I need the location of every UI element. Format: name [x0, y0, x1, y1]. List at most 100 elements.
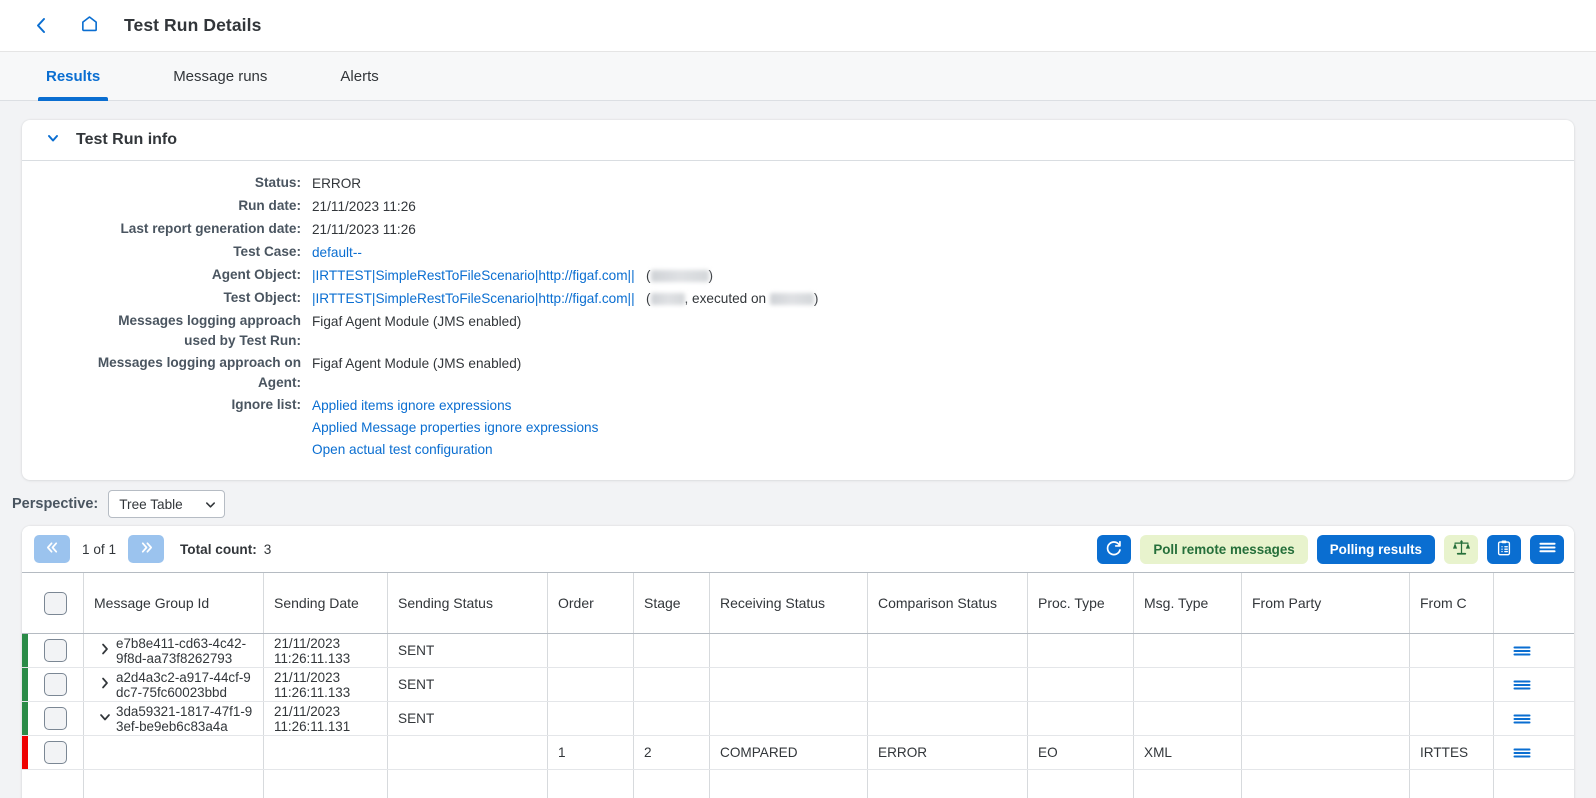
- test-object-suffix: (, executed on ): [638, 291, 818, 306]
- chevron-down-icon: [46, 131, 60, 150]
- column-header-sending-date[interactable]: Sending Date: [264, 573, 388, 633]
- cell-receiving-status: [710, 702, 868, 735]
- info-label-ignore-list: Ignore list:: [231, 397, 301, 412]
- row-checkbox[interactable]: [44, 707, 67, 730]
- panel-title: Test Run info: [76, 131, 178, 148]
- cell-sending-date: 21/11/2023 11:26:11.133: [264, 668, 388, 701]
- cell-from-component: [1410, 702, 1494, 735]
- cell-msg-type: [1134, 770, 1242, 798]
- tab-results[interactable]: Results: [38, 52, 109, 101]
- cell-from-component: [1410, 668, 1494, 701]
- cell-stage: [634, 770, 710, 798]
- app-header: Test Run Details: [0, 0, 1596, 52]
- polling-results-button[interactable]: Polling results: [1316, 534, 1435, 564]
- open-actual-test-configuration-link[interactable]: Open actual test configuration: [312, 440, 598, 460]
- row-expander-toggle[interactable]: [94, 710, 116, 727]
- previous-page-button[interactable]: [34, 535, 70, 563]
- info-value-logging-approach-testrun: Figaf Agent Module (JMS enabled): [312, 314, 522, 329]
- panel-collapse-toggle[interactable]: [40, 131, 66, 150]
- refresh-button[interactable]: [1097, 534, 1132, 564]
- cell-comparison-status: [868, 702, 1028, 735]
- select-all-checkbox[interactable]: [44, 591, 67, 615]
- table-row[interactable]: e7b8e411-cd63-4c42-9f8d-aa73f8262793 21/…: [22, 634, 1574, 668]
- test-case-link[interactable]: default--: [312, 245, 362, 260]
- info-label-logging-approach-agent: Messages logging approach on Agent:: [97, 355, 301, 390]
- cell-message-group-id: e7b8e411-cd63-4c42-9f8d-aa73f8262793: [84, 634, 264, 667]
- table-row[interactable]: a2d4a3c2-a917-44cf-9dc7-75fc60023bbd 21/…: [22, 668, 1574, 702]
- poll-remote-messages-button[interactable]: Poll remote messages: [1140, 534, 1308, 564]
- cell-message-group-id: a2d4a3c2-a917-44cf-9dc7-75fc60023bbd: [84, 668, 264, 701]
- cell-sending-date: [264, 770, 388, 798]
- cell-sending-status: SENT: [388, 702, 548, 735]
- back-button[interactable]: [26, 11, 56, 41]
- row-checkbox[interactable]: [44, 673, 67, 696]
- chevron-down-icon: [204, 498, 217, 511]
- cell-receiving-status: [710, 668, 868, 701]
- info-row-status: Status: ERROR: [22, 173, 1574, 194]
- column-header-proc-type[interactable]: Proc. Type: [1028, 573, 1134, 633]
- results-grid: Message Group Id Sending Date Sending St…: [22, 572, 1574, 798]
- column-header-from-party[interactable]: From Party: [1242, 573, 1410, 633]
- home-button[interactable]: [72, 11, 106, 41]
- cell-order: [548, 634, 634, 667]
- column-header-message-group-id[interactable]: Message Group Id: [84, 573, 264, 633]
- chevron-left-icon: [34, 16, 49, 35]
- double-chevron-left-icon: [45, 541, 60, 558]
- next-page-button[interactable]: [128, 535, 165, 563]
- row-checkbox[interactable]: [44, 639, 67, 662]
- cell-row-actions: [1494, 634, 1550, 667]
- applied-message-properties-ignore-expressions-link[interactable]: Applied Message properties ignore expres…: [312, 418, 598, 438]
- column-header-msg-type[interactable]: Msg. Type: [1134, 573, 1242, 633]
- info-value-logging-approach-agent: Figaf Agent Module (JMS enabled): [312, 356, 522, 371]
- cell-proc-type: [1028, 668, 1134, 701]
- chevron-down-icon: [98, 710, 112, 727]
- table-row[interactable]: 3da59321-1817-47f1-93ef-be9eb6c83a4a 21/…: [22, 702, 1574, 736]
- row-checkbox[interactable]: [44, 741, 67, 764]
- row-menu-icon[interactable]: [1512, 746, 1532, 760]
- cell-from-party: [1242, 770, 1410, 798]
- column-header-sending-status[interactable]: Sending Status: [388, 573, 548, 633]
- column-header-stage[interactable]: Stage: [634, 573, 710, 633]
- cell-order: 1: [548, 736, 634, 769]
- cell-row-actions: [1494, 702, 1550, 735]
- test-run-info-panel: Test Run info Status: ERROR Run date: 21…: [22, 120, 1574, 480]
- cell-proc-type: [1028, 702, 1134, 735]
- column-header-row-actions: [1494, 573, 1550, 633]
- info-row-test-case: Test Case: default--: [22, 242, 1574, 263]
- column-header-receiving-status[interactable]: Receiving Status: [710, 573, 868, 633]
- page-title: Test Run Details: [124, 15, 262, 35]
- cell-sending-status: SENT: [388, 634, 548, 667]
- row-menu-icon[interactable]: [1512, 678, 1532, 692]
- clipboard-button[interactable]: [1487, 534, 1521, 564]
- agent-object-link[interactable]: |IRTTEST|SimpleRestToFileScenario|http:/…: [312, 268, 635, 283]
- cell-sending-status: SENT: [388, 668, 548, 701]
- column-header-order[interactable]: Order: [548, 573, 634, 633]
- cell-msg-type: [1134, 668, 1242, 701]
- cell-order: [548, 770, 634, 798]
- cell-comparison-status: [868, 770, 1028, 798]
- table-settings-menu-button[interactable]: [1530, 534, 1564, 564]
- redacted-test-version: [650, 293, 685, 306]
- cell-stage: 2: [634, 736, 710, 769]
- table-row[interactable]: 1 2 COMPARED ERROR EO XML IRTTES: [22, 736, 1574, 770]
- test-object-link[interactable]: |IRTTEST|SimpleRestToFileScenario|http:/…: [312, 291, 635, 306]
- row-menu-icon[interactable]: [1512, 644, 1532, 658]
- tab-message-runs[interactable]: Message runs: [165, 52, 275, 100]
- column-header-comparison-status[interactable]: Comparison Status: [868, 573, 1028, 633]
- row-menu-icon[interactable]: [1512, 712, 1532, 726]
- cell-proc-type: [1028, 770, 1134, 798]
- cell-row-actions: [1494, 770, 1550, 798]
- compare-button[interactable]: [1444, 534, 1478, 564]
- cell-comparison-status: ERROR: [868, 736, 1028, 769]
- message-group-id-value: 3da59321-1817-47f1-93ef-be9eb6c83a4a: [116, 703, 253, 734]
- tab-alerts[interactable]: Alerts: [332, 52, 386, 100]
- row-expander-toggle[interactable]: [94, 642, 116, 659]
- column-header-from-component[interactable]: From C: [1410, 573, 1494, 633]
- cell-msg-type: XML: [1134, 736, 1242, 769]
- perspective-select[interactable]: Tree Table: [108, 490, 226, 518]
- perspective-label: Perspective:: [12, 496, 99, 512]
- applied-items-ignore-expressions-link[interactable]: Applied items ignore expressions: [312, 396, 598, 416]
- test-run-info-header[interactable]: Test Run info: [22, 120, 1574, 161]
- row-expander-toggle[interactable]: [94, 676, 116, 693]
- cell-proc-type: EO: [1028, 736, 1134, 769]
